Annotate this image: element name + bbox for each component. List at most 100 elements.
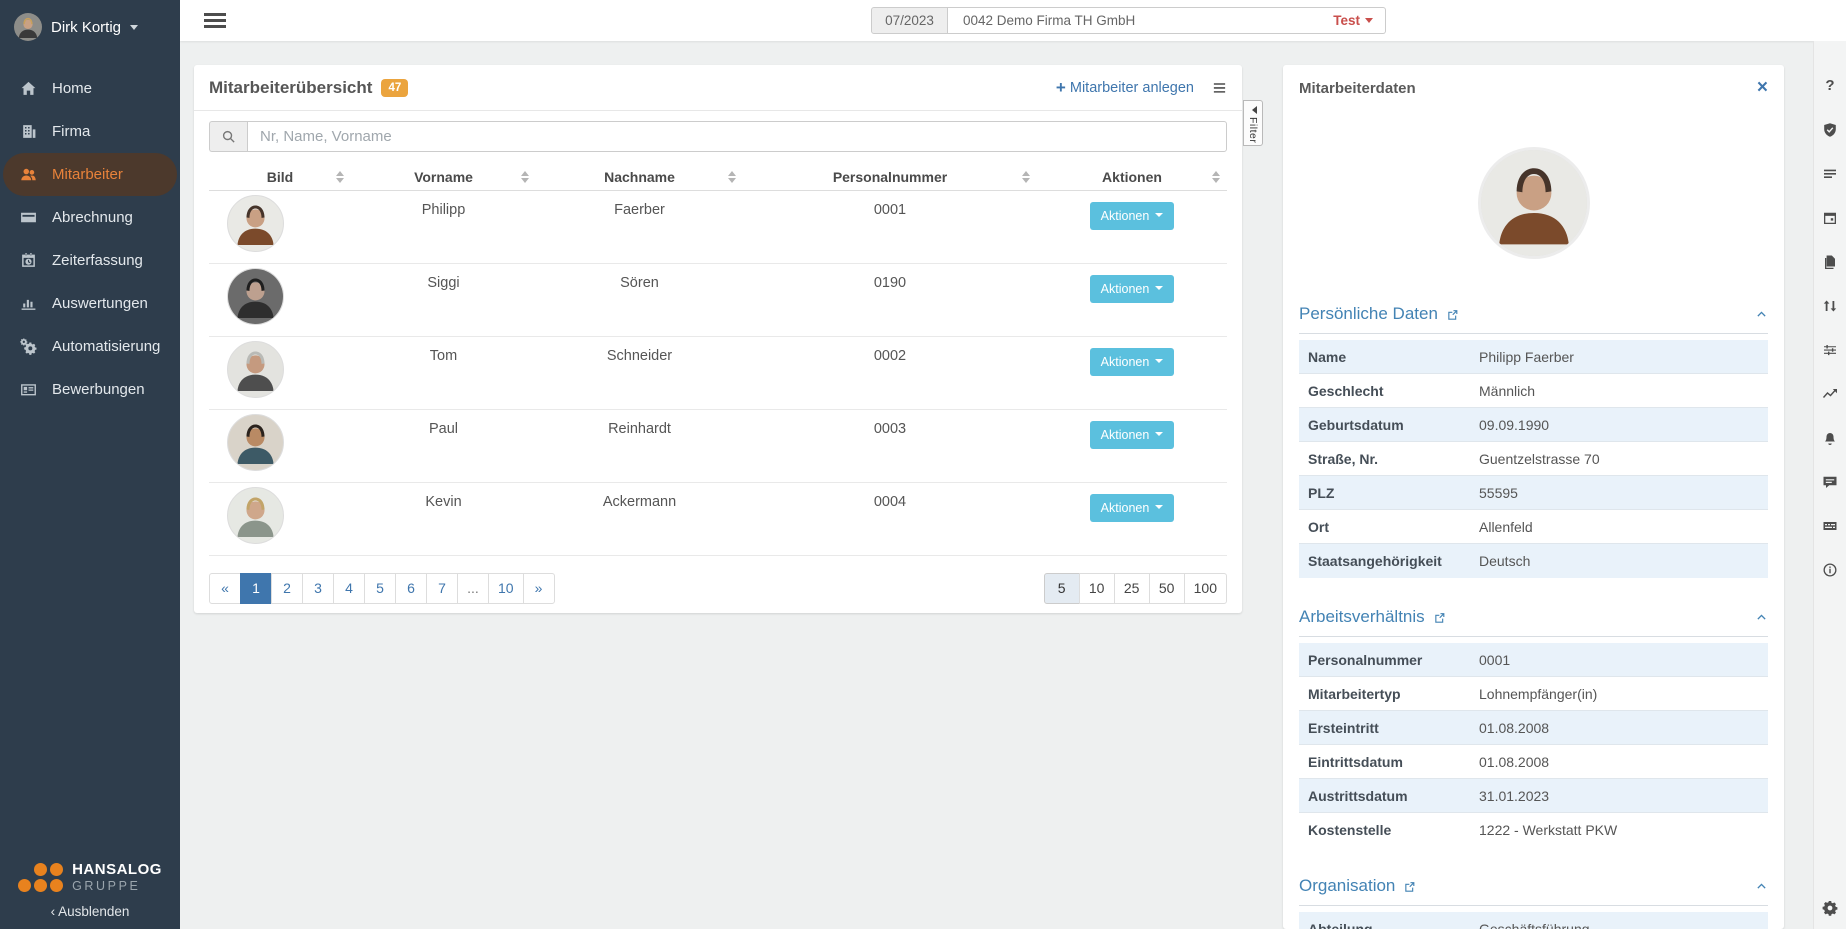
bell-icon[interactable] <box>1822 429 1839 446</box>
row-actions-button[interactable]: Aktionen <box>1090 494 1175 522</box>
overview-header: Mitarbeiterübersicht 47 + Mitarbeiter an… <box>194 65 1242 111</box>
page-size-button-5[interactable]: 5 <box>1044 573 1080 604</box>
sort-icon[interactable] <box>521 167 529 187</box>
table-row[interactable]: TomSchneider0002Aktionen <box>209 336 1227 409</box>
sidebar-item-bewerbungen[interactable]: Bewerbungen <box>3 368 177 411</box>
close-icon[interactable]: × <box>1757 80 1768 95</box>
right-toolbar: ? <box>1813 41 1846 929</box>
search-input[interactable] <box>247 121 1227 152</box>
sidebar-item-abrechnung[interactable]: Abrechnung <box>3 196 177 239</box>
row-actions-button[interactable]: Aktionen <box>1090 421 1175 449</box>
cell-vorname: Paul <box>351 409 536 482</box>
page-button-7[interactable]: 7 <box>426 573 458 604</box>
sidebar-menu: Home Firma MitarbeiterAbrechnungZeiterfass… <box>0 67 180 411</box>
info-icon[interactable] <box>1822 561 1839 578</box>
sidebar-item-firma[interactable]: Firma <box>3 110 177 153</box>
filter-panel-toggle[interactable]: Filter <box>1243 100 1263 146</box>
page-size-button-10[interactable]: 10 <box>1079 573 1115 604</box>
cell-bild <box>209 263 351 336</box>
table-row[interactable]: PaulReinhardt0003Aktionen <box>209 409 1227 482</box>
documents-icon[interactable] <box>1822 253 1839 270</box>
sort-icon[interactable] <box>728 167 736 187</box>
sort-icon[interactable] <box>1212 167 1220 187</box>
sidebar-item-label: Automatisierung <box>52 338 160 355</box>
sidebar-collapse-button[interactable]: ‹ Ausblenden <box>0 904 180 919</box>
detail-row-label: Ort <box>1299 519 1479 535</box>
detail-row-value: Allenfeld <box>1479 519 1533 535</box>
sidebar-item-label: Firma <box>52 123 90 140</box>
page-button-prev[interactable]: « <box>209 573 241 604</box>
page-button-2[interactable]: 2 <box>271 573 303 604</box>
employee-photo <box>227 268 284 325</box>
sort-vertical-icon[interactable] <box>1822 297 1839 314</box>
company-selector[interactable]: 0042 Demo Firma TH GmbH Test <box>948 7 1386 34</box>
sidebar-item-mitarbeiter[interactable]: Mitarbeiter <box>3 153 177 196</box>
page-size-button-25[interactable]: 25 <box>1114 573 1150 604</box>
sidebar-item-home[interactable]: Home <box>3 67 177 110</box>
chat-icon[interactable] <box>1822 473 1839 490</box>
row-actions-button[interactable]: Aktionen <box>1090 202 1175 230</box>
shield-check-icon[interactable] <box>1822 121 1839 138</box>
detail-row: Ersteintritt01.08.2008 <box>1299 711 1768 745</box>
card-menu-icon[interactable] <box>1212 80 1227 95</box>
collapse-section-icon[interactable] <box>1755 880 1768 893</box>
detail-row-value: Geschäftsführung <box>1479 921 1590 929</box>
column-header-bild[interactable]: Bild <box>209 164 351 190</box>
column-header-nachname[interactable]: Nachname <box>536 164 743 190</box>
cell-nachname: Sören <box>536 263 743 336</box>
cell-vorname: Kevin <box>351 482 536 555</box>
table-row[interactable]: PhilippFaerber0001Aktionen <box>209 190 1227 263</box>
sidebar-item-auswertungen[interactable]: Auswertungen <box>3 282 177 325</box>
calendar-icon[interactable] <box>1822 209 1839 226</box>
employee-overview-panel: Mitarbeiterübersicht 47 + Mitarbeiter an… <box>194 65 1242 613</box>
cell-personalnummer: 0001 <box>743 190 1037 263</box>
page-button-6[interactable]: 6 <box>395 573 427 604</box>
sort-icon[interactable] <box>1022 167 1030 187</box>
table-row[interactable]: SiggiSören0190Aktionen <box>209 263 1227 336</box>
employee-photo <box>1478 147 1590 259</box>
sidebar-item-zeiterfassung[interactable]: Zeiterfassung <box>3 239 177 282</box>
row-actions-button[interactable]: Aktionen <box>1090 275 1175 303</box>
sort-icon[interactable] <box>336 167 344 187</box>
edit-section-icon[interactable] <box>1403 880 1416 893</box>
subtitles-icon[interactable] <box>1822 517 1839 534</box>
column-header-aktionen[interactable]: Aktionen <box>1037 164 1227 190</box>
detail-row-label: Staatsangehörigkeit <box>1299 553 1479 569</box>
cell-bild <box>209 336 351 409</box>
plus-icon: + <box>1056 79 1066 96</box>
hamburger-menu-icon[interactable] <box>204 13 226 31</box>
sidebar-item-automatisierung[interactable]: Automatisierung <box>3 325 177 368</box>
list-icon[interactable] <box>1822 165 1839 182</box>
edit-section-icon[interactable] <box>1433 611 1446 624</box>
page-button-1[interactable]: 1 <box>240 573 272 604</box>
collapse-section-icon[interactable] <box>1755 611 1768 624</box>
page-size-button-50[interactable]: 50 <box>1149 573 1185 604</box>
page-button-next[interactable]: » <box>523 573 555 604</box>
sliders-icon[interactable] <box>1822 341 1839 358</box>
detail-row: Kostenstelle1222 - Werkstatt PKW <box>1299 813 1768 847</box>
page-button-3[interactable]: 3 <box>302 573 334 604</box>
cell-vorname: Siggi <box>351 263 536 336</box>
edit-section-icon[interactable] <box>1446 308 1459 321</box>
page-button-10[interactable]: 10 <box>488 573 524 604</box>
user-menu[interactable]: Dirk Kortig <box>0 0 180 51</box>
trend-icon[interactable] <box>1822 385 1839 402</box>
help-icon[interactable]: ? <box>1822 77 1839 94</box>
collapse-section-icon[interactable] <box>1755 308 1768 321</box>
table-row[interactable]: KevinAckermann0004Aktionen <box>209 482 1227 555</box>
period-field[interactable]: 07/2023 <box>871 7 948 34</box>
gear-icon[interactable] <box>1822 899 1839 916</box>
page-size-button-100[interactable]: 100 <box>1184 573 1227 604</box>
create-employee-button[interactable]: + Mitarbeiter anlegen <box>1056 79 1194 96</box>
page-button-4[interactable]: 4 <box>333 573 365 604</box>
cell-personalnummer: 0004 <box>743 482 1037 555</box>
environment-dropdown[interactable]: Test <box>1333 13 1373 28</box>
cell-aktionen: Aktionen <box>1037 409 1227 482</box>
detail-row: AbteilungGeschäftsführung <box>1299 912 1768 929</box>
cell-aktionen: Aktionen <box>1037 190 1227 263</box>
page-button-5[interactable]: 5 <box>364 573 396 604</box>
row-actions-button[interactable]: Aktionen <box>1090 348 1175 376</box>
column-header-personalnummer[interactable]: Personalnummer <box>743 164 1037 190</box>
sidebar-item-label: Bewerbungen <box>52 381 145 398</box>
column-header-vorname[interactable]: Vorname <box>351 164 536 190</box>
